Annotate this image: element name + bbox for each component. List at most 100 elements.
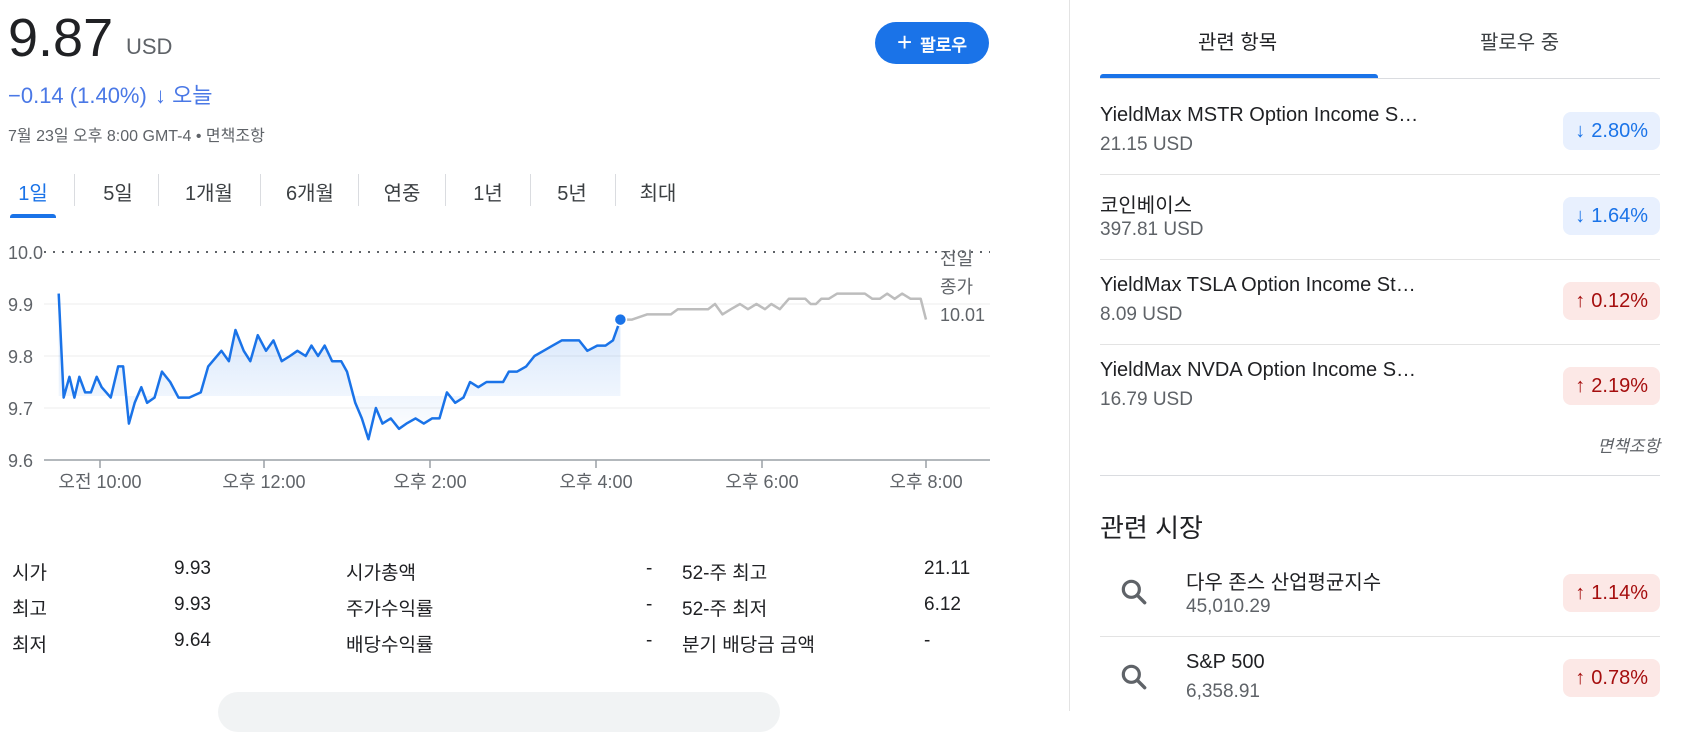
x-tick-label: 오후 8:00: [889, 472, 962, 492]
after-hours-line: [620, 292, 928, 321]
price-chart[interactable]: 10.0 9.9 9.8 9.7 9.6 오전 10:00 오후 12:00 오후 2:00 오…: [0, 236, 1000, 536]
related-item-name: YieldMax TSLA Option Income St…: [1100, 274, 1416, 296]
currency-label: USD: [126, 34, 173, 59]
tab-related[interactable]: 관련 항목: [1198, 26, 1277, 55]
tab-5d[interactable]: 5일: [92, 168, 144, 214]
related-markets-title: 관련 시장: [1100, 513, 1203, 543]
tab-1d[interactable]: 1일: [10, 168, 56, 218]
stat-row-2: 최고 9.93 주가수익률 - 52-주 최저 6.12: [12, 594, 992, 628]
change-badge: ↑ 1.14%: [1563, 574, 1660, 612]
stat-label: 시가: [12, 563, 47, 584]
previous-close-label: 전일 종가 10.01: [940, 249, 985, 325]
chart-grid: [44, 251, 990, 461]
tab-divider: [260, 174, 261, 206]
change-percent: 1.14%: [1591, 581, 1648, 604]
sidebar-panel: 관련 항목 팔로우 중 YieldMax MSTR Option Income …: [1100, 0, 1660, 711]
change-badge: ↓ 2.80%: [1563, 112, 1660, 150]
search-icon: [1121, 579, 1147, 605]
quote-panel: 9.87 USD −0.14 (1.40%) ↓ 오늘 7월 23일 오후 8:…: [0, 0, 1000, 732]
stat-label: 시가총액: [346, 563, 416, 584]
disclaimer-link[interactable]: 면책조항: [1597, 432, 1660, 457]
related-item-price: 16.79 USD: [1100, 389, 1193, 410]
change-percent: 0.12%: [1591, 289, 1648, 312]
change-value: −0.14 (1.40%): [8, 83, 147, 108]
stat-label: 최고: [12, 599, 47, 620]
change-period: 오늘: [172, 83, 213, 108]
last-price-marker: [613, 312, 628, 327]
change-percent: 2.80%: [1591, 119, 1648, 142]
change-badge: ↑ 0.12%: [1563, 282, 1660, 320]
arrow-down-icon: ↓: [154, 83, 166, 108]
stat-value: 6.12: [924, 594, 961, 615]
stat-label: 52-주 최고: [682, 563, 768, 584]
x-tick-label: 오전 10:00: [58, 472, 141, 492]
tab-divider: [74, 174, 75, 206]
tab-1y[interactable]: 1년: [462, 168, 514, 214]
tab-following[interactable]: 팔로우 중: [1480, 26, 1559, 55]
arrow-down-icon: ↓: [1575, 204, 1586, 227]
related-item[interactable]: 코인베이스 397.81 USD ↓ 1.64%: [1100, 175, 1660, 260]
chart-svg[interactable]: 10.0 9.9 9.8 9.7 9.6 오전 10:00 오후 12:00 오후 2:00 오…: [0, 236, 1000, 536]
related-item-price: 21.15 USD: [1100, 134, 1193, 155]
x-tick-label: 오후 4:00: [559, 472, 632, 492]
market-value: 45,010.29: [1186, 596, 1271, 617]
change-badge: ↑ 2.19%: [1563, 367, 1660, 405]
section-divider: [1100, 475, 1660, 476]
chart-axes: 10.0 9.9 9.8 9.7 9.6 오전 10:00 오후 12:00 오후 2:00 오…: [8, 243, 963, 492]
arrow-up-icon: ↑: [1575, 581, 1586, 604]
timestamp-separator: •: [195, 128, 202, 145]
tab-ytd[interactable]: 연중: [376, 168, 428, 214]
tab-max[interactable]: 최대: [632, 168, 684, 214]
arrow-up-icon: ↑: [1575, 666, 1586, 689]
follow-button[interactable]: + 팔로우: [875, 22, 989, 64]
search-icon: [1121, 664, 1147, 690]
tab-divider: [358, 174, 359, 206]
stat-value: 9.64: [174, 630, 211, 651]
related-item-price: 8.09 USD: [1100, 304, 1183, 325]
x-tick-label: 오후 6:00: [725, 472, 798, 492]
tab-divider: [158, 174, 159, 206]
stat-label: 52-주 최저: [682, 599, 768, 620]
related-item[interactable]: YieldMax NVDA Option Income S… 16.79 USD…: [1100, 345, 1660, 430]
stat-value: 9.93: [174, 558, 211, 579]
stat-label: 주가수익률: [346, 599, 434, 620]
stat-value: -: [646, 630, 653, 651]
tab-5y[interactable]: 5년: [546, 168, 598, 214]
timestamp-text: 7월 23일 오후 8:00 GMT-4: [8, 128, 192, 145]
market-name: S&P 500: [1186, 651, 1265, 673]
market-item[interactable]: 다우 존스 산업평균지수 45,010.29 ↑ 1.14%: [1100, 552, 1660, 637]
price-change: −0.14 (1.40%) ↓ 오늘: [8, 78, 213, 110]
stat-row-3: 최저 9.64 배당수익률 - 분기 배당금 금액 -: [12, 630, 992, 664]
stat-value: 9.93: [174, 594, 211, 615]
x-tick-label: 오후 2:00: [393, 472, 466, 492]
plus-icon: +: [896, 27, 913, 57]
more-button[interactable]: [218, 692, 780, 732]
tab-1m[interactable]: 1개월: [176, 168, 242, 214]
market-item[interactable]: S&P 500 6,358.91 ↑ 0.78%: [1100, 637, 1660, 722]
current-price: 9.87: [8, 8, 114, 68]
arrow-down-icon: ↓: [1575, 119, 1586, 142]
stat-label: 분기 배당금 금액: [682, 635, 815, 656]
related-item[interactable]: YieldMax MSTR Option Income S… 21.15 USD…: [1100, 90, 1660, 175]
arrow-up-icon: ↑: [1575, 374, 1586, 397]
change-percent: 2.19%: [1591, 374, 1648, 397]
tab-divider: [615, 174, 616, 206]
market-value: 6,358.91: [1186, 681, 1260, 702]
chart-series: [57, 292, 928, 441]
stat-value: -: [924, 630, 931, 651]
market-name: 다우 존스 산업평균지수: [1186, 572, 1382, 594]
related-item-price: 397.81 USD: [1100, 219, 1204, 240]
stat-value: -: [646, 594, 653, 615]
tab-6m[interactable]: 6개월: [276, 168, 344, 214]
change-badge: ↓ 1.64%: [1563, 197, 1660, 235]
prev-close-label-line2: 종가: [940, 277, 973, 297]
sidebar-tabs: 관련 항목 팔로우 중: [1100, 0, 1660, 79]
quote-timestamp: 7월 23일 오후 8:00 GMT-4 • 면책조항: [8, 122, 265, 146]
related-item-name: YieldMax NVDA Option Income S…: [1100, 359, 1417, 381]
y-tick-label: 9.7: [8, 399, 33, 419]
stat-row-1: 시가 9.93 시가총액 - 52-주 최고 21.11: [12, 558, 992, 592]
tab-divider: [445, 174, 446, 206]
active-tab-indicator: [1100, 74, 1378, 78]
related-item[interactable]: YieldMax TSLA Option Income St… 8.09 USD…: [1100, 260, 1660, 345]
disclaimer-link[interactable]: 면책조항: [206, 128, 265, 145]
